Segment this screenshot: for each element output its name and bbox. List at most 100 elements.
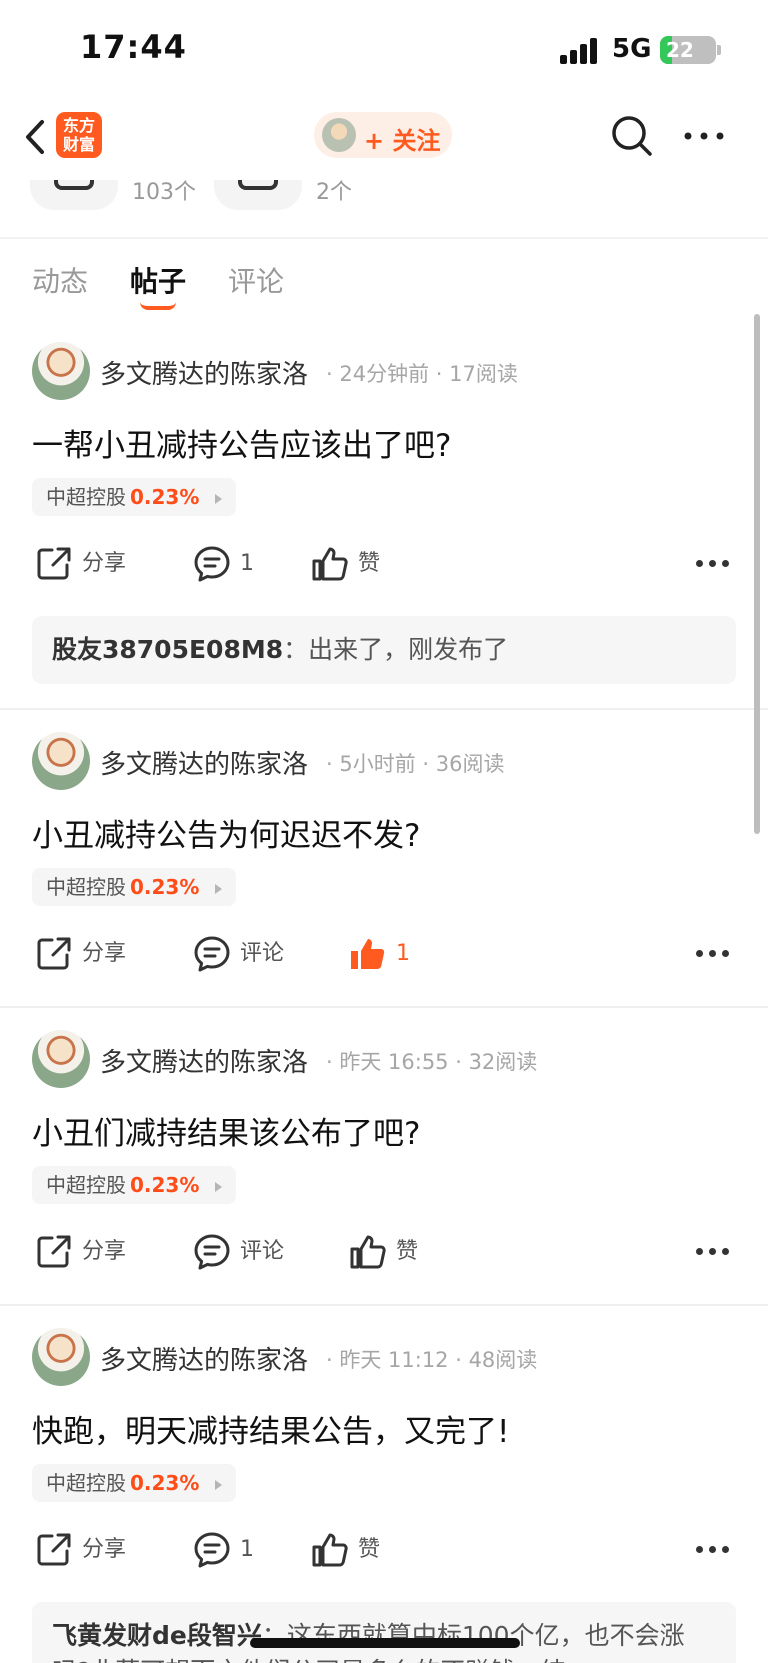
comment-icon (194, 936, 230, 972)
network-type: 5G (612, 34, 652, 64)
stock-tag[interactable]: 中超控股 0.23% (32, 1166, 237, 1204)
avatar[interactable] (32, 1030, 90, 1088)
post-title[interactable]: 小丑们减持结果该公布了吧? (0, 1096, 768, 1166)
divider (0, 237, 768, 239)
share-label: 分享 (82, 1537, 127, 1562)
comment-text: 出来了，刚发布了 (308, 635, 509, 664)
post-feed: 多文腾达的陈家洛 · 24分钟前 · 17阅读 一帮小丑减持公告应该出了吧? 中… (0, 320, 768, 1663)
back-button[interactable] (16, 112, 56, 162)
post-more-icon[interactable] (696, 1248, 736, 1258)
thumbs-up-icon (350, 1235, 386, 1269)
stock-tag[interactable]: 中超控股 0.23% (32, 1464, 237, 1502)
battery-icon: 22 (660, 36, 716, 64)
post-meta: · 昨天 11:12 · 48阅读 (326, 1348, 538, 1372)
comment-user[interactable]: 股友38705E08M8 (52, 635, 283, 664)
author-name[interactable]: 多文腾达的陈家洛 (100, 354, 308, 391)
stock-change: 0.23% (130, 875, 200, 899)
active-tab-indicator (140, 302, 176, 310)
comment-preview[interactable]: 飞黄发财de段智兴：这东西就算中标100个亿，也不会涨吗?韭菜可想而之他们公司是… (32, 1602, 736, 1663)
home-indicator[interactable] (250, 1638, 520, 1648)
share-icon (37, 1235, 71, 1268)
stock-name: 中超控股 (46, 485, 126, 509)
post-more-icon[interactable] (696, 950, 736, 960)
stat-icon[interactable] (214, 180, 302, 210)
status-time: 17:44 (80, 28, 187, 66)
app-logo: 东方 财富 (56, 112, 102, 158)
stock-change: 0.23% (130, 1471, 200, 1495)
more-button[interactable] (680, 112, 728, 160)
comment-label: 评论 (240, 941, 285, 966)
tab-posts[interactable]: 帖子 (130, 260, 186, 300)
battery-tip (717, 45, 721, 55)
tab-dynamics[interactable]: 动态 (32, 260, 88, 300)
comment-icon (194, 546, 230, 582)
comment-user[interactable]: 飞黄发财de段智兴 (52, 1621, 262, 1650)
tab-comments[interactable]: 评论 (228, 260, 284, 300)
author-name[interactable]: 多文腾达的陈家洛 (100, 744, 308, 781)
stat-icon[interactable] (30, 180, 118, 210)
avatar[interactable] (32, 1328, 90, 1386)
comment-count: 1 (240, 1537, 254, 1562)
share-label: 分享 (82, 941, 127, 966)
stock-change: 0.23% (130, 485, 200, 509)
share-icon (37, 547, 71, 580)
post-title[interactable]: 小丑减持公告为何迟迟不发? (0, 798, 768, 868)
avatar (322, 118, 356, 152)
search-button[interactable] (608, 112, 656, 160)
follow-button[interactable]: + 关注 (314, 112, 452, 158)
post-card[interactable]: 多文腾达的陈家洛 · 昨天 16:55 · 32阅读 小丑们减持结果该公布了吧?… (0, 1008, 768, 1306)
post-card[interactable]: 多文腾达的陈家洛 · 24分钟前 · 17阅读 一帮小丑减持公告应该出了吧? 中… (0, 320, 768, 710)
search-icon (612, 116, 652, 156)
signal-icon (560, 38, 600, 64)
stock-tag[interactable]: 中超控股 0.23% (32, 478, 237, 516)
like-label: 赞 (396, 1239, 419, 1264)
post-more-icon[interactable] (696, 560, 736, 570)
author-name[interactable]: 多文腾达的陈家洛 (100, 1340, 308, 1377)
logo-line-2: 财富 (62, 135, 95, 154)
share-label: 分享 (82, 551, 127, 576)
post-meta: · 24分钟前 · 17阅读 (326, 362, 518, 386)
thumbs-up-icon (312, 1533, 348, 1567)
like-label: 赞 (358, 1537, 381, 1562)
chevron-right-icon (215, 1480, 223, 1490)
back-arrow-icon (26, 120, 44, 154)
comment-icon (194, 1234, 230, 1270)
post-card[interactable]: 多文腾达的陈家洛 · 5小时前 · 36阅读 小丑减持公告为何迟迟不发? 中超控… (0, 710, 768, 1008)
thumbs-up-filled-icon (351, 939, 385, 969)
post-more-icon[interactable] (696, 1546, 736, 1556)
like-label: 赞 (358, 551, 381, 576)
post-meta: · 5小时前 · 36阅读 (326, 752, 505, 776)
comment-count: 1 (240, 551, 254, 576)
stock-name: 中超控股 (46, 1471, 126, 1495)
scrollbar[interactable] (754, 314, 760, 834)
share-icon (37, 1533, 71, 1566)
stock-name: 中超控股 (46, 875, 126, 899)
stock-name: 中超控股 (46, 1173, 126, 1197)
avatar[interactable] (32, 732, 90, 790)
chevron-right-icon (215, 1182, 223, 1192)
avatar[interactable] (32, 342, 90, 400)
post-meta: · 昨天 16:55 · 32阅读 (326, 1050, 538, 1074)
stat-count: 103个 (132, 180, 196, 205)
comment-preview[interactable]: 股友38705E08M8：出来了，刚发布了 (32, 616, 736, 684)
author-name[interactable]: 多文腾达的陈家洛 (100, 1042, 308, 1079)
post-title[interactable]: 快跑，明天减持结果公告，又完了! (0, 1394, 768, 1464)
chevron-right-icon (215, 494, 223, 504)
battery-level: 22 (666, 38, 694, 62)
chevron-right-icon (215, 884, 223, 894)
share-icon (37, 937, 71, 970)
stats-strip (0, 180, 768, 240)
more-icon (684, 132, 724, 140)
share-label: 分享 (82, 1239, 127, 1264)
post-card[interactable]: 多文腾达的陈家洛 · 昨天 11:12 · 48阅读 快跑，明天减持结果公告，又… (0, 1306, 768, 1663)
status-bar: 17:44 5G 22 (0, 0, 768, 100)
follow-label: + 关注 (364, 127, 441, 155)
stock-tag[interactable]: 中超控股 0.23% (32, 868, 237, 906)
post-title[interactable]: 一帮小丑减持公告应该出了吧? (0, 408, 768, 478)
stock-change: 0.23% (130, 1173, 200, 1197)
comment-label: 评论 (240, 1239, 285, 1264)
stat-count: 2个 (316, 180, 352, 205)
logo-line-1: 东方 (62, 116, 95, 135)
like-count: 1 (396, 941, 410, 966)
tab-bar: 动态 帖子 评论 (0, 250, 768, 320)
